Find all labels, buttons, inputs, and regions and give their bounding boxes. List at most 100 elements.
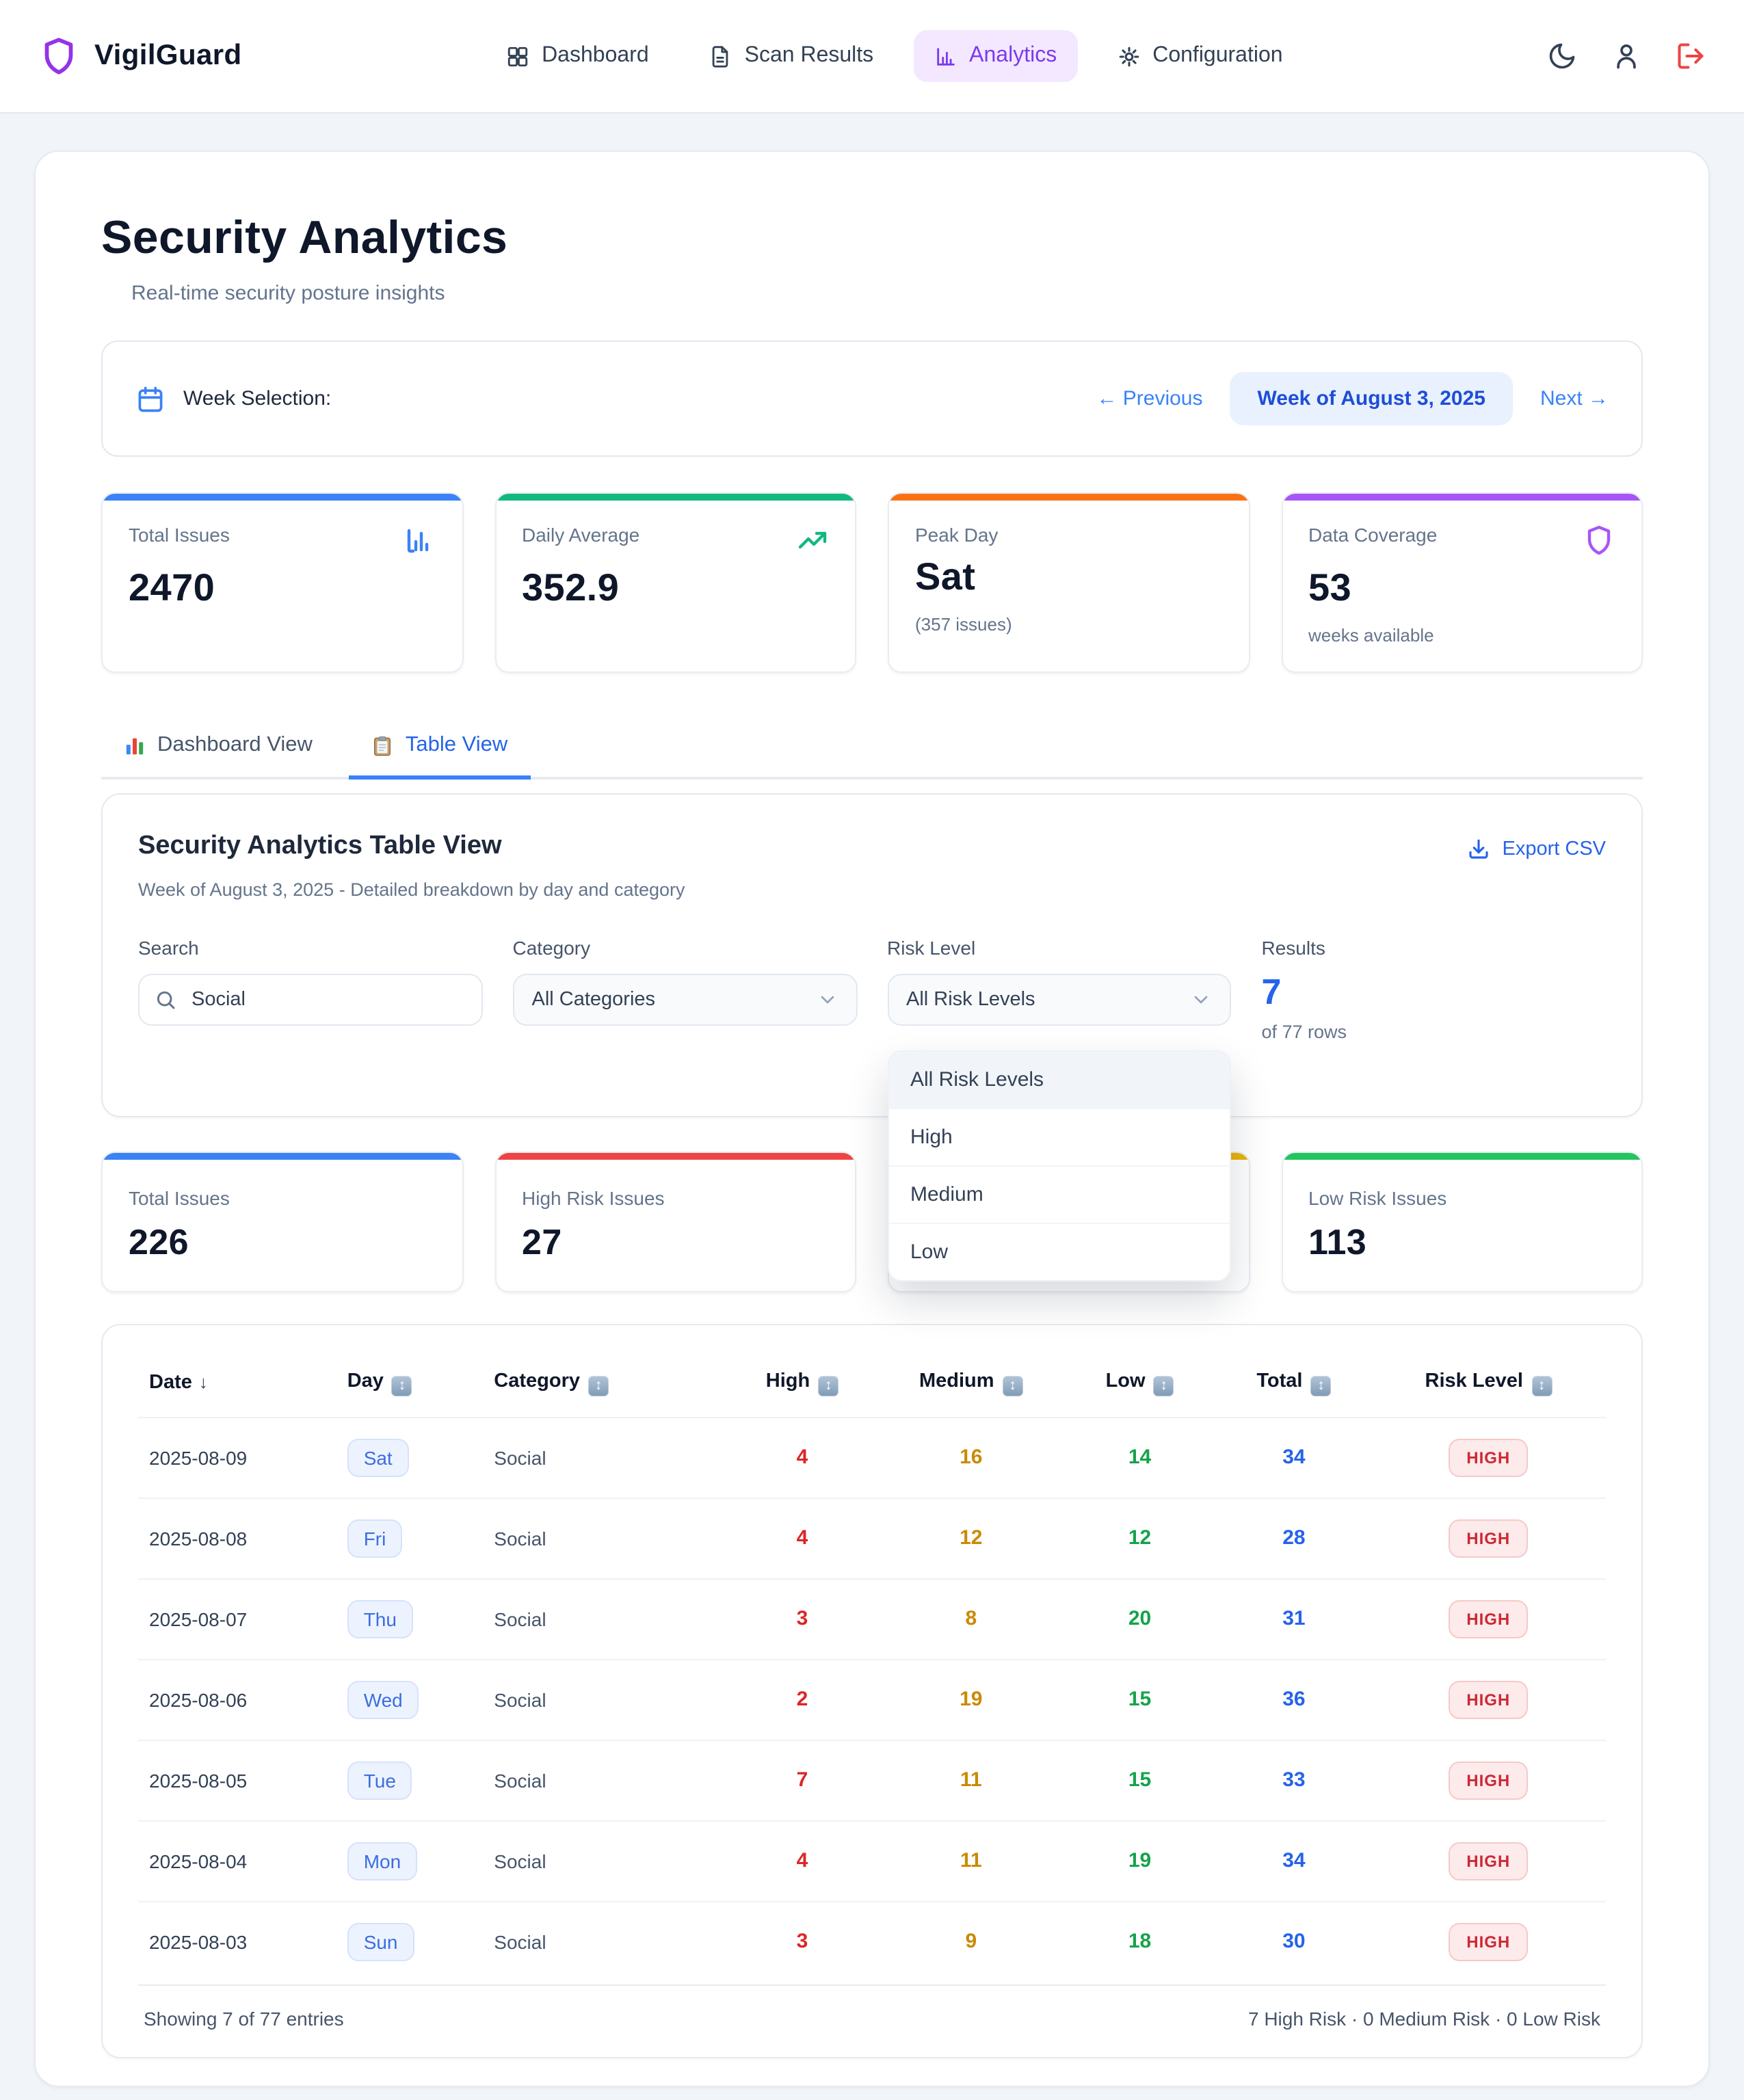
column-header-total[interactable]: Total↕ xyxy=(1217,1350,1371,1417)
category-select[interactable]: All Categories xyxy=(513,974,858,1026)
cell-low: 19 xyxy=(1063,1820,1217,1901)
day-badge: Sat xyxy=(347,1438,409,1476)
cell-low: 12 xyxy=(1063,1498,1217,1578)
column-header-date[interactable]: Date↓ xyxy=(138,1350,336,1417)
column-header-medium[interactable]: Medium ↕ xyxy=(880,1350,1063,1417)
export-csv-label: Export CSV xyxy=(1503,838,1607,860)
cell-total: 34 xyxy=(1217,1820,1371,1901)
filter-category: Category All Categories xyxy=(513,937,858,1042)
tab-table-view[interactable]: Table View xyxy=(349,719,531,780)
stat-sub: weeks available xyxy=(1308,625,1615,646)
cell-category: Social xyxy=(483,1417,725,1498)
up-down-arrows-icon: ↕ xyxy=(392,1375,412,1396)
week-selector-left: Week Selection: xyxy=(135,384,331,414)
stat-label: High Risk Issues xyxy=(522,1187,829,1209)
up-down-arrows-icon: ↕ xyxy=(1003,1375,1023,1396)
export-csv-button[interactable]: Export CSV xyxy=(1467,837,1607,862)
search-input[interactable] xyxy=(138,974,483,1026)
filter-search: Search xyxy=(138,937,483,1042)
stat-label: Data Coverage xyxy=(1308,524,1437,546)
chevron-down-icon xyxy=(816,989,838,1011)
up-down-arrows-icon: ↕ xyxy=(1531,1375,1552,1396)
theme-toggle-moon-icon[interactable] xyxy=(1547,41,1577,71)
week-selector-card: Week Selection: ← Previous Week of Augus… xyxy=(101,341,1643,457)
cell-date: 2025-08-05 xyxy=(138,1740,336,1820)
cell-date: 2025-08-08 xyxy=(138,1498,336,1578)
stat-value: 53 xyxy=(1308,566,1615,610)
tab-dashboard-view[interactable]: Dashboard View xyxy=(101,719,336,780)
cell-date: 2025-08-04 xyxy=(138,1820,336,1901)
column-header-low[interactable]: Low↕ xyxy=(1063,1350,1217,1417)
tab-label: Table View xyxy=(406,733,507,758)
column-header-day[interactable]: Day ↕ xyxy=(336,1350,484,1417)
table-row[interactable]: 2025-08-09 Sat Social 4 16 14 34 HIGH xyxy=(138,1417,1606,1498)
cell-low: 20 xyxy=(1063,1578,1217,1659)
risk-dropdown-option[interactable]: Low xyxy=(888,1223,1230,1280)
nav-item-configuration[interactable]: Configuration xyxy=(1096,30,1303,82)
user-icon[interactable] xyxy=(1611,41,1641,71)
risk-badge: HIGH xyxy=(1449,1438,1528,1476)
column-header-high[interactable]: High↕ xyxy=(725,1350,879,1417)
table-row[interactable]: 2025-08-07 Thu Social 3 8 20 31 HIGH xyxy=(138,1578,1606,1659)
table-row[interactable]: 2025-08-03 Sun Social 3 9 18 30 HIGH xyxy=(138,1901,1606,1981)
cell-day: Wed xyxy=(336,1659,484,1740)
cell-medium: 11 xyxy=(880,1820,1063,1901)
cell-risk-level: HIGH xyxy=(1371,1578,1606,1659)
stat-label: Peak Day xyxy=(915,524,998,546)
cell-day: Sat xyxy=(336,1417,484,1498)
up-down-arrows-icon: ↕ xyxy=(1310,1375,1331,1396)
risk-badge: HIGH xyxy=(1449,1680,1528,1718)
table-row[interactable]: 2025-08-05 Tue Social 7 11 15 33 HIGH xyxy=(138,1740,1606,1820)
cell-total: 36 xyxy=(1217,1659,1371,1740)
table-row[interactable]: 2025-08-08 Fri Social 4 12 12 28 HIGH xyxy=(138,1498,1606,1578)
card-accent xyxy=(103,494,462,501)
dashboard-grid-icon xyxy=(506,44,529,68)
risk-dropdown-option[interactable]: High xyxy=(888,1108,1230,1165)
cell-category: Social xyxy=(483,1740,725,1820)
card-accent xyxy=(496,494,855,501)
card-accent xyxy=(496,1153,855,1160)
stat-value: 2470 xyxy=(129,566,436,610)
column-label: Risk Level xyxy=(1425,1370,1524,1392)
current-week-button[interactable]: Week of August 3, 2025 xyxy=(1230,372,1513,425)
column-header-risk-level[interactable]: Risk Level ↕ xyxy=(1371,1350,1606,1417)
risk-dropdown-option[interactable]: All Risk Levels xyxy=(888,1052,1230,1108)
cell-risk-level: HIGH xyxy=(1371,1820,1606,1901)
cell-risk-level: HIGH xyxy=(1371,1740,1606,1820)
cell-high: 4 xyxy=(725,1417,879,1498)
table-view-subtitle: Week of August 3, 2025 - Detailed breakd… xyxy=(138,879,685,900)
nav-item-scan-results[interactable]: Scan Results xyxy=(689,30,895,82)
next-week-button[interactable]: Next → xyxy=(1540,387,1609,410)
table-row[interactable]: 2025-08-04 Mon Social 4 11 19 34 HIGH xyxy=(138,1820,1606,1901)
top-actions xyxy=(1547,41,1706,71)
column-header-category[interactable]: Category↕ xyxy=(483,1350,725,1417)
app: VigilGuard Dashboard xyxy=(0,0,1744,2036)
risk-badge: HIGH xyxy=(1449,1761,1528,1799)
clipboard-emoji-icon xyxy=(373,735,393,756)
nav-item-analytics[interactable]: Analytics xyxy=(913,30,1077,82)
page-subtitle: Real-time security posture insights xyxy=(101,282,1643,305)
day-badge: Fri xyxy=(347,1519,403,1557)
nav-label: Dashboard xyxy=(542,44,649,68)
column-label: Day xyxy=(347,1370,384,1392)
previous-week-button[interactable]: ← Previous xyxy=(1096,387,1202,410)
risk-dropdown-option[interactable]: Medium xyxy=(888,1165,1230,1223)
column-label: Medium xyxy=(919,1370,994,1392)
page: Security Analytics Real-time security po… xyxy=(0,114,1744,2100)
stat-card-peak-day: Peak Day Sat (357 issues) xyxy=(888,492,1250,673)
summary-card-total-issues: Total Issues 226 xyxy=(101,1152,463,1292)
cell-risk-level: HIGH xyxy=(1371,1498,1606,1578)
card-accent xyxy=(1282,1153,1641,1160)
risk-level-select[interactable]: All Risk Levels xyxy=(887,974,1232,1026)
nav-item-dashboard[interactable]: Dashboard xyxy=(486,30,670,82)
file-text-icon xyxy=(709,44,732,68)
table-row[interactable]: 2025-08-06 Wed Social 2 19 15 36 HIGH xyxy=(138,1659,1606,1740)
column-label: High xyxy=(766,1370,810,1392)
cell-high: 7 xyxy=(725,1740,879,1820)
logout-icon[interactable] xyxy=(1676,41,1706,71)
cell-category: Social xyxy=(483,1578,725,1659)
cell-high: 3 xyxy=(725,1578,879,1659)
entries-count: Showing 7 of 77 entries xyxy=(144,2007,344,2029)
stat-card-daily-average: Daily Average 352.9 xyxy=(494,492,856,673)
cell-medium: 9 xyxy=(880,1901,1063,1981)
